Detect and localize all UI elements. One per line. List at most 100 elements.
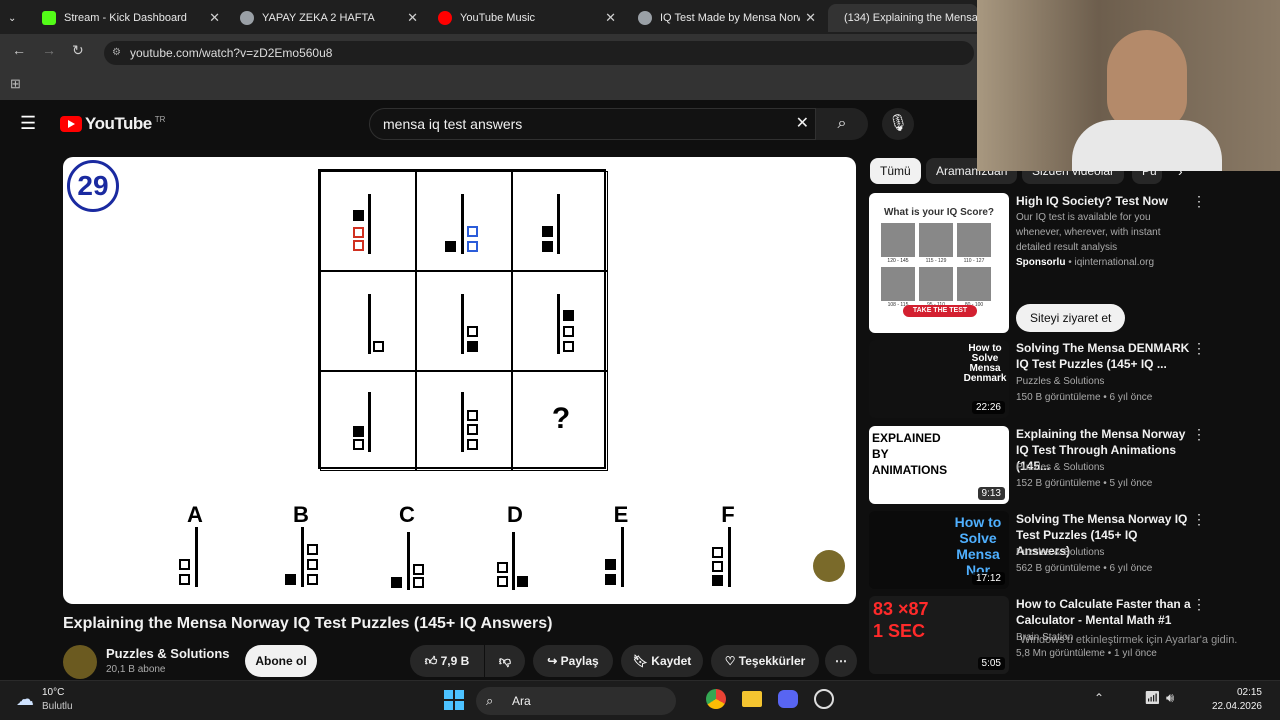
url-text: youtube.com/watch?v=zD2Emo560u8: [130, 46, 333, 60]
dislike-button[interactable]: 👎︎: [485, 645, 525, 677]
windows-start-icon[interactable]: [444, 690, 464, 710]
portrait: 120 - 145: [881, 223, 915, 264]
thumb-text: How to Solve Mensa Nor: [954, 514, 1002, 578]
recommended-video[interactable]: How to Solve Mensa Nor 17:12 Solving The…: [868, 511, 1268, 591]
channel-avatar[interactable]: [63, 645, 97, 679]
puzzle-cell: [512, 271, 608, 371]
person-shirt: [1072, 120, 1222, 171]
tab-list-button[interactable]: ⌄: [0, 4, 30, 32]
clear-search-icon[interactable]: ✕: [796, 109, 809, 139]
thumbs-down-icon: 👎︎: [498, 654, 512, 668]
recommended-video[interactable]: How to Solve Mensa Denmark 22:26 Solving…: [868, 340, 1268, 420]
save-button[interactable]: 🔖︎ Kaydet: [621, 645, 703, 677]
more-icon[interactable]: ⋮: [1192, 193, 1206, 210]
search-icon: ⌕: [486, 693, 494, 708]
person-face: [1107, 30, 1187, 130]
option-f: F: [688, 502, 768, 594]
video-thumbnail[interactable]: 83 ×87 1 SEC 5:05: [869, 596, 1009, 674]
video-thumbnail[interactable]: How to Solve Mensa Nor 17:12: [869, 511, 1009, 589]
close-icon[interactable]: ✕: [605, 10, 616, 26]
duration-badge: 17:12: [971, 572, 1005, 585]
speaker-icon[interactable]: 🔊︎: [1166, 690, 1174, 706]
file-explorer-icon[interactable]: [742, 691, 762, 707]
ad-thumb-button: TAKE THE TEST: [903, 305, 977, 317]
apps-grid-icon[interactable]: ⊞: [10, 76, 21, 92]
thumbs-up-icon: 👍︎: [424, 654, 438, 668]
rec-meta: 150 B görüntüleme • 6 yıl önce: [1016, 392, 1153, 403]
tab-current-video[interactable]: (134) Explaining the Mensa N: [828, 4, 978, 32]
option-c: C: [367, 502, 447, 594]
chevron-up-icon[interactable]: ⌃: [1094, 691, 1104, 705]
channel-watermark-icon[interactable]: [813, 550, 845, 582]
search-icon: ⌕: [837, 115, 847, 132]
youtube-logo[interactable]: YouTube TR: [60, 114, 165, 134]
tab-iq-test[interactable]: IQ Test Made by Mensa Norway ✕: [630, 4, 824, 32]
tab-label: YouTube Music: [460, 12, 536, 24]
thanks-label: Teşekkürler: [738, 654, 806, 668]
heart-dollar-icon: ♡: [724, 654, 736, 668]
ad-thumb-title: What is your IQ Score?: [883, 207, 995, 218]
weather-desc[interactable]: Bulutlu: [42, 701, 73, 712]
visit-site-button[interactable]: Siteyi ziyaret et: [1016, 304, 1126, 332]
search-button[interactable]: ⌕: [816, 108, 868, 140]
close-icon[interactable]: ✕: [805, 10, 816, 26]
video-thumbnail[interactable]: EXPLAINED BY ANIMATIONS 9:13: [869, 426, 1009, 504]
more-actions-button[interactable]: ⋯: [825, 645, 857, 677]
site-info-icon[interactable]: ⚙: [112, 41, 121, 65]
thumb-text: EXPLAINED BY ANIMATIONS: [872, 431, 948, 477]
more-icon[interactable]: ⋮: [1192, 340, 1206, 357]
globe-icon: [240, 11, 254, 25]
video-thumbnail[interactable]: How to Solve Mensa Denmark 22:26: [869, 340, 1009, 418]
like-button[interactable]: 👍︎ 7,9 B: [410, 645, 484, 677]
address-bar[interactable]: ⚙ youtube.com/watch?v=zD2Emo560u8: [104, 41, 974, 65]
recommended-video[interactable]: EXPLAINED BY ANIMATIONS 9:13 Explaining …: [868, 426, 1268, 506]
share-button[interactable]: ↪ Paylaş: [533, 645, 613, 677]
ad-thumbnail[interactable]: What is your IQ Score? 120 - 145 115 - 1…: [869, 193, 1009, 333]
video-player[interactable]: 29 ? A B C D E F: [63, 157, 856, 604]
cloud-icon: ☁: [16, 689, 34, 709]
close-icon[interactable]: ✕: [407, 10, 418, 26]
tab-label: YAPAY ZEKA 2 HAFTA: [262, 12, 375, 24]
windows-taskbar: ☁ 10°C Bulutlu ⌕ Ara ⌃ 📶︎ 🔊︎ 02:15 22.04…: [0, 680, 1280, 720]
chrome-icon[interactable]: [706, 689, 726, 709]
puzzle-cell: [416, 371, 512, 471]
option-e: E: [581, 502, 661, 594]
sponsored-ad[interactable]: What is your IQ Score? 120 - 145 115 - 1…: [868, 193, 1268, 333]
portrait: 80 - 100: [957, 267, 991, 308]
tab-kick[interactable]: Stream - Kick Dashboard ✕: [34, 4, 228, 32]
puzzle-cell-missing: ?: [512, 371, 608, 471]
tab-youtube-music[interactable]: YouTube Music ✕: [430, 4, 624, 32]
channel-name[interactable]: Puzzles & Solutions: [106, 646, 230, 661]
reload-icon[interactable]: ↻: [72, 42, 84, 59]
tab-yapay-zeka[interactable]: YAPAY ZEKA 2 HAFTA ✕: [232, 4, 426, 32]
voice-search-button[interactable]: 🎙: [882, 108, 914, 140]
wifi-icon[interactable]: 📶︎: [1144, 690, 1161, 706]
thanks-button[interactable]: ♡ Teşekkürler: [711, 645, 819, 677]
search-input[interactable]: mensa iq test answers ✕: [369, 108, 816, 140]
close-icon[interactable]: ✕: [209, 10, 220, 26]
puzzle-cell: [416, 171, 512, 271]
video-title: Explaining the Mensa Norway IQ Test Puzz…: [63, 615, 553, 632]
rec-meta: 5,8 Mn görüntüleme • 1 yıl önce: [1016, 648, 1157, 659]
subscribe-button[interactable]: Abone ol: [245, 645, 317, 677]
chip-all[interactable]: Tümü: [870, 158, 921, 184]
bookmark-icon: 🔖︎: [632, 654, 648, 668]
taskbar-search[interactable]: ⌕ Ara: [476, 687, 676, 715]
subscriber-count: 20,1 B abone: [106, 664, 166, 675]
weather-temp[interactable]: 10°C: [42, 687, 64, 698]
rec-meta: 152 B görüntüleme • 5 yıl önce: [1016, 478, 1153, 489]
discord-icon[interactable]: [778, 690, 798, 708]
youtube-play-icon: [60, 116, 82, 132]
more-icon[interactable]: ⋮: [1192, 511, 1206, 528]
ad-portraits: 120 - 145 115 - 129 110 - 127 108 - 115 …: [881, 223, 999, 308]
portrait: 115 - 129: [919, 223, 953, 264]
more-icon[interactable]: ⋮: [1192, 596, 1206, 613]
portrait: 110 - 127: [957, 223, 991, 264]
forward-icon[interactable]: →: [42, 42, 56, 58]
back-icon[interactable]: ←: [12, 42, 26, 58]
clock-date[interactable]: 22.04.2026: [1204, 701, 1262, 712]
app-icon[interactable]: [814, 689, 834, 709]
more-icon[interactable]: ⋮: [1192, 426, 1206, 443]
menu-icon[interactable]: ☰: [20, 113, 36, 134]
clock-time[interactable]: 02:15: [1210, 687, 1262, 698]
